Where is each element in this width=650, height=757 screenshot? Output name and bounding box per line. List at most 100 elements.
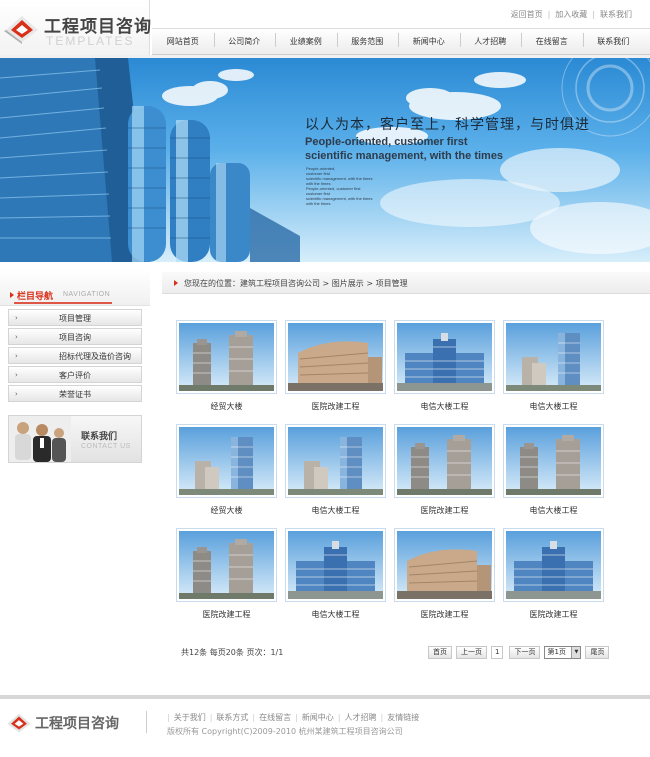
building-photo xyxy=(288,427,383,495)
gallery-thumbnail[interactable] xyxy=(503,528,604,602)
divider: | xyxy=(167,713,170,722)
gallery-item[interactable]: 经贸大楼 xyxy=(176,424,277,516)
gallery-thumbnail[interactable] xyxy=(285,528,386,602)
gallery-item[interactable]: 医院改建工程 xyxy=(394,528,495,620)
breadcrumb: 您现在的位置：建筑工程项目咨询公司 > 图片展示 > 项目管理 xyxy=(162,272,650,294)
current-page-number[interactable]: 1 xyxy=(491,645,504,659)
nav-item-about[interactable]: 公司简介 xyxy=(213,33,276,47)
last-page-button[interactable]: 尾页 xyxy=(585,645,610,659)
gallery-caption[interactable]: 电信大楼工程 xyxy=(503,505,604,516)
nav-item-message[interactable]: 在线留言 xyxy=(521,33,583,47)
gallery-item[interactable]: 医院改建工程 xyxy=(176,528,277,620)
breadcrumb-text[interactable]: 您现在的位置：建筑工程项目咨询公司 > 图片展示 > 项目管理 xyxy=(184,278,408,289)
contact-title-cn: 联系我们 xyxy=(81,432,118,442)
gallery-item[interactable]: 电信大楼工程 xyxy=(503,424,604,516)
banner-small-line: with the times xyxy=(306,201,331,206)
gallery-caption[interactable]: 医院改建工程 xyxy=(394,609,495,620)
sidebar-item-client-reviews[interactable]: › 客户评价 xyxy=(8,366,142,383)
nav-item-contact[interactable]: 联系我们 xyxy=(582,33,645,47)
gallery-caption[interactable]: 电信大楼工程 xyxy=(503,401,604,412)
nav-item-home[interactable]: 网站首页 xyxy=(152,36,214,47)
gallery-thumbnail[interactable] xyxy=(176,424,277,498)
gallery-caption[interactable]: 电信大楼工程 xyxy=(285,609,386,620)
gallery-item[interactable]: 电信大楼工程 xyxy=(285,528,386,620)
pagination: 首页 上一页 1 下一页 第1页 ▼ 尾页 xyxy=(428,645,613,659)
gallery-caption[interactable]: 经贸大楼 xyxy=(176,401,277,412)
next-page-button[interactable]: 下一页 xyxy=(509,645,541,659)
gallery-caption[interactable]: 医院改建工程 xyxy=(394,505,495,516)
first-page-button[interactable]: 首页 xyxy=(428,645,452,659)
footer-link-message[interactable]: 在线留言 xyxy=(259,713,291,722)
gallery-thumbnail[interactable] xyxy=(285,320,386,394)
gallery-thumbnail[interactable] xyxy=(176,528,277,602)
footer-link-news[interactable]: 新闻中心 xyxy=(302,713,334,722)
gallery-caption[interactable]: 医院改建工程 xyxy=(176,609,277,620)
building-photo xyxy=(397,323,492,391)
footer-link-about[interactable]: 关于我们 xyxy=(174,713,206,722)
divider: | xyxy=(295,713,298,722)
arrow-right-icon xyxy=(174,280,178,286)
sidebar-item-honors[interactable]: › 荣誉证书 xyxy=(8,385,142,402)
gallery-item[interactable]: 经贸大楼 xyxy=(176,320,277,412)
nav-item-services[interactable]: 服务范围 xyxy=(336,33,399,47)
nav-item-cases[interactable]: 业绩案例 xyxy=(275,33,337,47)
footer-logo-title[interactable]: 工程项目咨询 xyxy=(35,713,119,733)
banner-slogan-en-line1: People-oriented, customer first xyxy=(305,136,468,148)
gallery-thumbnail[interactable] xyxy=(503,424,604,498)
contact-us-banner[interactable]: 联系我们 CONTACT US xyxy=(8,415,142,463)
gallery-caption[interactable]: 医院改建工程 xyxy=(285,401,386,412)
sidebar-item-bidding-agency[interactable]: › 招标代理及造价咨询 xyxy=(8,347,142,364)
chevron-right-icon: › xyxy=(15,314,18,322)
gallery-item[interactable]: 电信大楼工程 xyxy=(503,320,604,412)
gallery-item[interactable]: 医院改建工程 xyxy=(503,528,604,620)
contact-people-image xyxy=(9,416,71,462)
gallery-thumbnail[interactable] xyxy=(394,424,495,498)
gallery-caption[interactable]: 电信大楼工程 xyxy=(394,401,495,412)
page-select[interactable]: 第1页 ▼ xyxy=(544,645,582,659)
footer-link-jobs[interactable]: 人才招聘 xyxy=(345,713,377,722)
top-link-favorite[interactable]: 加入收藏 xyxy=(555,10,587,19)
gallery-thumbnail[interactable] xyxy=(394,320,495,394)
sidebar-item-label: 项目咨询 xyxy=(59,333,91,342)
building-photo xyxy=(397,427,492,495)
gallery-item[interactable]: 电信大楼工程 xyxy=(394,320,495,412)
divider: | xyxy=(337,713,341,722)
top-link-home[interactable]: 返回首页 xyxy=(511,10,543,19)
building-photo xyxy=(288,323,383,391)
gallery-thumbnail[interactable] xyxy=(503,320,604,394)
nav-item-jobs[interactable]: 人才招聘 xyxy=(459,33,522,47)
arrow-right-icon xyxy=(10,292,14,298)
sidebar-title-en: NAVIGATION xyxy=(63,291,111,298)
divider: | xyxy=(209,713,213,722)
banner-slogan-en-line2: scientific management, with the times xyxy=(305,150,504,162)
top-link-contact[interactable]: 联系我们 xyxy=(600,10,632,19)
chevron-right-icon: › xyxy=(15,333,18,341)
footer-link-friends[interactable]: 友情链接 xyxy=(387,713,419,722)
sidebar-title-cn: 栏目导航 xyxy=(17,292,54,302)
gallery-thumbnail[interactable] xyxy=(176,320,277,394)
prev-page-button[interactable]: 上一页 xyxy=(456,645,487,659)
gallery-item[interactable]: 医院改建工程 xyxy=(285,320,386,412)
banner-slogan: 以人为本，客户至上，科学管理，与时俱进 xyxy=(305,117,590,133)
gallery-caption[interactable]: 医院改建工程 xyxy=(503,609,604,620)
gallery-item[interactable]: 医院改建工程 xyxy=(394,424,495,516)
nav-item-news[interactable]: 新闻中心 xyxy=(398,33,460,47)
gallery-caption[interactable]: 电信大楼工程 xyxy=(285,505,386,516)
sidebar-menu: › 项目管理 › 项目咨询 › 招标代理及造价咨询 › 客户评价 › 荣誉证书 xyxy=(8,309,142,404)
contact-title-en: CONTACT US xyxy=(81,443,131,450)
footer-logo-diamond-icon xyxy=(7,713,31,733)
main-nav: 网站首页 公司简介 业绩案例 服务范围 新闻中心 人才招聘 在线留言 联系我们 xyxy=(152,28,650,55)
footer-link-contact[interactable]: 联系方式 xyxy=(216,713,248,722)
sidebar-title-underline xyxy=(14,302,112,304)
pagination-info: 共12条 每页20条 页次：1/1 xyxy=(181,648,284,657)
site-logo[interactable]: 工程项目咨询 TEMPLATES xyxy=(0,0,151,58)
chevron-right-icon: › xyxy=(15,371,18,379)
gallery-thumbnail[interactable] xyxy=(285,424,386,498)
gallery-thumbnail[interactable] xyxy=(394,528,495,602)
gallery-item[interactable]: 电信大楼工程 xyxy=(285,424,386,516)
sidebar-item-project-consulting[interactable]: › 项目咨询 xyxy=(8,328,142,345)
logo-subtitle: TEMPLATES xyxy=(46,34,135,48)
sidebar-item-project-management[interactable]: › 项目管理 xyxy=(8,309,142,326)
sidebar-item-label: 招标代理及造价咨询 xyxy=(59,352,131,361)
gallery-caption[interactable]: 经贸大楼 xyxy=(176,505,277,516)
